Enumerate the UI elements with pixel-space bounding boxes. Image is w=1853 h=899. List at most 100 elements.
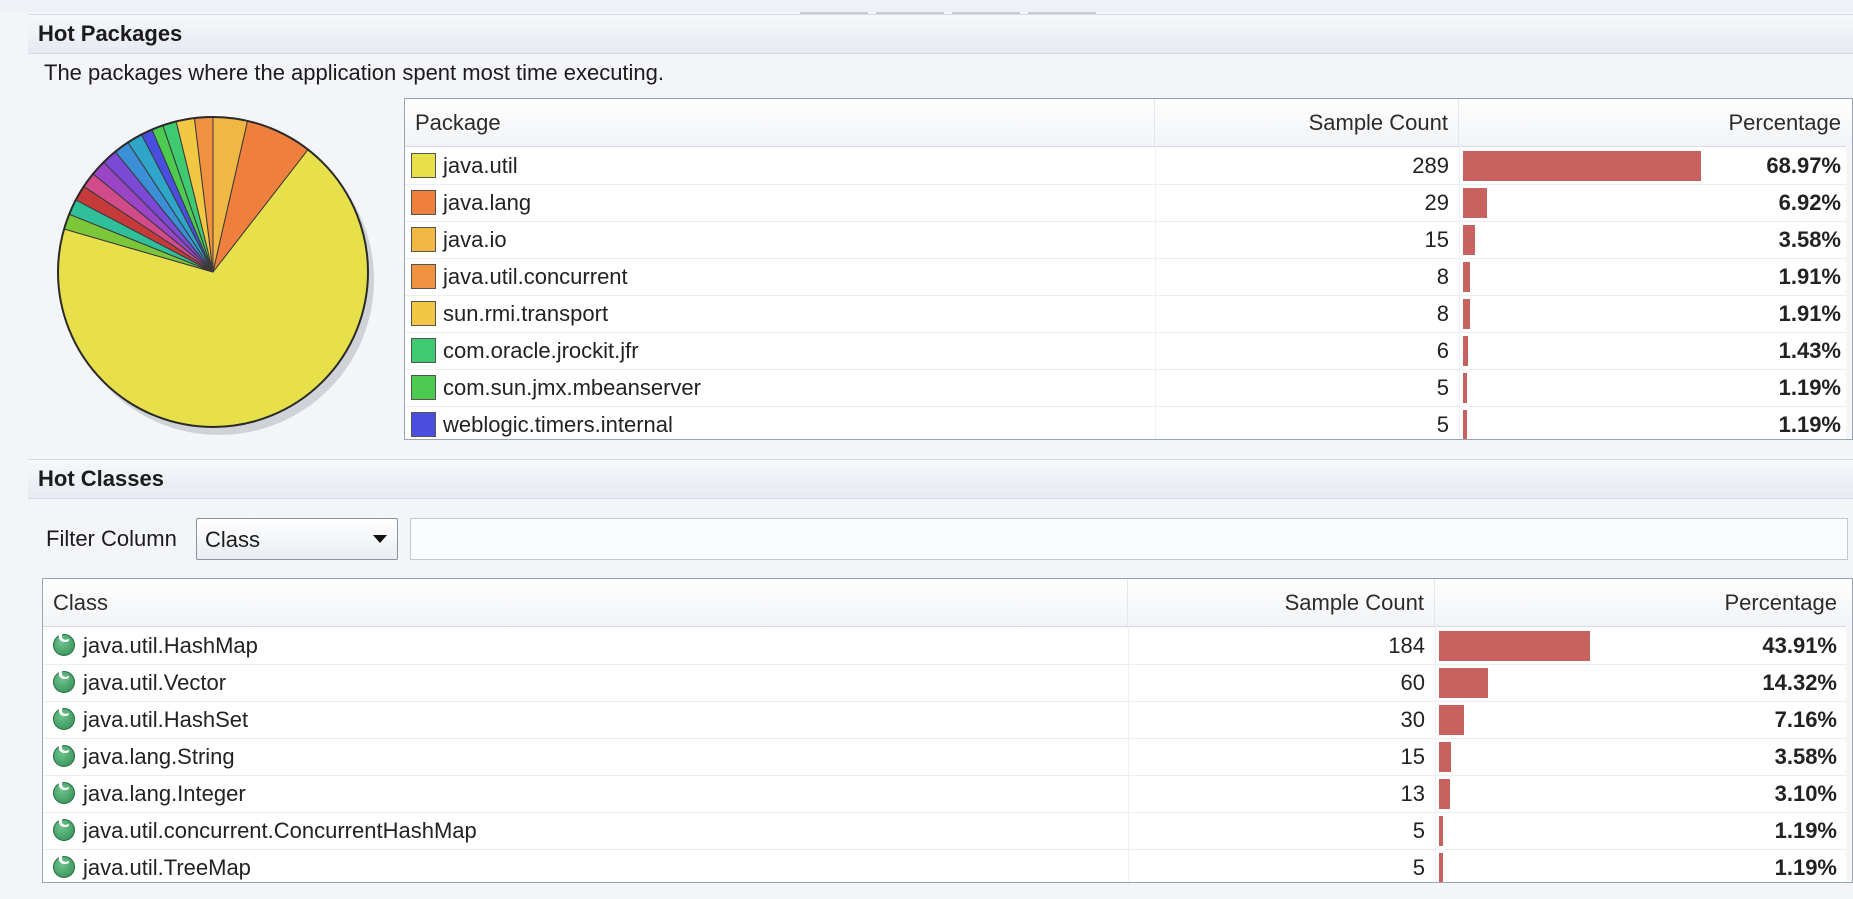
hot-classes-header[interactable]: Hot Classes bbox=[28, 459, 1853, 499]
package-name: java.util.concurrent bbox=[443, 264, 628, 289]
table-row[interactable]: java.util.HashMap 184 43.91% bbox=[43, 627, 1852, 665]
percentage-value: 1.19% bbox=[1774, 855, 1837, 880]
table-row[interactable]: java.util.Vector 60 14.32% bbox=[43, 664, 1852, 702]
percentage-value: 1.91% bbox=[1778, 264, 1841, 289]
column-header-package[interactable]: Package bbox=[405, 99, 1155, 146]
packages-pie-chart[interactable] bbox=[48, 104, 388, 444]
column-header-class[interactable]: Class bbox=[43, 579, 1128, 626]
percentage-bar bbox=[1439, 853, 1443, 882]
package-name: com.oracle.jrockit.jfr bbox=[443, 338, 639, 363]
class-name: java.lang.Integer bbox=[83, 781, 246, 806]
color-swatch bbox=[411, 264, 436, 289]
color-swatch bbox=[411, 301, 436, 326]
color-swatch bbox=[411, 412, 436, 437]
sample-count: 15 bbox=[1424, 227, 1449, 252]
color-swatch bbox=[411, 153, 436, 178]
table-row[interactable]: java.io 15 3.58% bbox=[405, 221, 1852, 259]
sample-count: 15 bbox=[1400, 744, 1425, 769]
hot-packages-header[interactable]: Hot Packages bbox=[28, 14, 1853, 54]
table-row[interactable]: sun.rmi.transport 8 1.91% bbox=[405, 295, 1852, 333]
table-row[interactable]: java.lang.String 15 3.58% bbox=[43, 738, 1852, 776]
class-icon bbox=[53, 664, 75, 693]
sample-count: 8 bbox=[1436, 301, 1449, 326]
column-header-sample-count[interactable]: Sample Count bbox=[1155, 99, 1459, 146]
sample-count: 30 bbox=[1400, 707, 1425, 732]
percentage-value: 3.10% bbox=[1774, 781, 1837, 806]
percentage-bar bbox=[1439, 705, 1464, 735]
hot-classes-title: Hot Classes bbox=[38, 466, 164, 491]
percentage-value: 1.19% bbox=[1774, 818, 1837, 843]
column-header-percentage[interactable]: Percentage bbox=[1459, 99, 1849, 146]
percentage-bar bbox=[1463, 262, 1470, 292]
hot-classes-table[interactable]: Class Sample Count Percentage java.util.… bbox=[42, 578, 1853, 883]
column-separator bbox=[1435, 626, 1436, 882]
table-row[interactable]: java.util.TreeMap 5 1.19% bbox=[43, 849, 1852, 882]
package-name: com.sun.jmx.mbeanserver bbox=[443, 375, 701, 400]
color-swatch bbox=[411, 338, 436, 363]
sample-count: 5 bbox=[1412, 855, 1425, 880]
table-header: Class Sample Count Percentage bbox=[43, 579, 1852, 627]
table-row[interactable]: java.util 289 68.97% bbox=[405, 147, 1852, 185]
percentage-bar bbox=[1463, 151, 1701, 181]
filter-text-input[interactable] bbox=[410, 518, 1848, 560]
table-row[interactable]: weblogic.timers.internal 5 1.19% bbox=[405, 406, 1852, 439]
table-row[interactable]: java.util.concurrent.ConcurrentHashMap 5 1… bbox=[43, 812, 1852, 850]
column-header-percentage[interactable]: Percentage bbox=[1435, 579, 1845, 626]
filter-column-select[interactable]: Class bbox=[196, 518, 398, 560]
class-name: java.util.TreeMap bbox=[83, 855, 251, 880]
color-swatch bbox=[411, 190, 436, 215]
percentage-bar bbox=[1463, 188, 1487, 218]
percentage-bar bbox=[1439, 816, 1443, 846]
table-row[interactable]: java.lang 29 6.92% bbox=[405, 184, 1852, 222]
percentage-value: 6.92% bbox=[1778, 190, 1841, 215]
class-icon bbox=[53, 849, 75, 878]
package-name: java.io bbox=[443, 227, 507, 252]
column-separator bbox=[1128, 626, 1129, 882]
sample-count: 184 bbox=[1388, 633, 1425, 658]
top-strip bbox=[0, 0, 1853, 15]
class-name: java.util.HashSet bbox=[83, 707, 249, 732]
column-header-sample-count[interactable]: Sample Count bbox=[1128, 579, 1435, 626]
percentage-value: 3.58% bbox=[1778, 227, 1841, 252]
pie-svg[interactable] bbox=[48, 104, 388, 444]
class-icon bbox=[53, 627, 75, 656]
class-icon bbox=[53, 775, 75, 804]
sample-count: 8 bbox=[1436, 264, 1449, 289]
percentage-bar bbox=[1463, 410, 1467, 439]
filter-column-label: Filter Column bbox=[46, 526, 177, 551]
hot-packages-title: Hot Packages bbox=[38, 21, 183, 46]
percentage-bar bbox=[1439, 631, 1590, 661]
top-tab-indicators bbox=[800, 0, 1120, 15]
table-row[interactable]: com.sun.jmx.mbeanserver 5 1.19% bbox=[405, 369, 1852, 407]
class-name: java.lang.String bbox=[83, 744, 235, 769]
color-swatch bbox=[411, 227, 436, 252]
percentage-bar bbox=[1463, 373, 1467, 403]
table-row[interactable]: java.util.HashSet 30 7.16% bbox=[43, 701, 1852, 739]
class-icon bbox=[53, 701, 75, 730]
percentage-value: 1.19% bbox=[1778, 375, 1841, 400]
sample-count: 60 bbox=[1400, 670, 1425, 695]
class-name: java.util.HashMap bbox=[83, 633, 258, 658]
sample-count: 5 bbox=[1436, 412, 1449, 437]
percentage-value: 14.32% bbox=[1762, 670, 1837, 695]
table-header: Package Sample Count Percentage bbox=[405, 99, 1852, 147]
percentage-bar bbox=[1463, 336, 1468, 366]
vertical-scrollbar[interactable] bbox=[1846, 146, 1852, 439]
package-name: weblogic.timers.internal bbox=[443, 412, 673, 437]
class-icon bbox=[53, 738, 75, 767]
table-row[interactable]: java.lang.Integer 13 3.10% bbox=[43, 775, 1852, 813]
color-swatch bbox=[411, 375, 436, 400]
percentage-value: 7.16% bbox=[1774, 707, 1837, 732]
sample-count: 29 bbox=[1424, 190, 1449, 215]
hot-packages-table[interactable]: Package Sample Count Percentage java.uti… bbox=[404, 98, 1853, 440]
package-name: java.lang bbox=[443, 190, 532, 215]
vertical-scrollbar[interactable] bbox=[1846, 626, 1852, 882]
sample-count: 6 bbox=[1436, 338, 1449, 363]
percentage-value: 68.97% bbox=[1766, 153, 1841, 178]
percentage-bar bbox=[1439, 668, 1488, 698]
sample-count: 5 bbox=[1412, 818, 1425, 843]
table-row[interactable]: com.oracle.jrockit.jfr 6 1.43% bbox=[405, 332, 1852, 370]
column-separator bbox=[1459, 146, 1460, 439]
sample-count: 289 bbox=[1412, 153, 1449, 178]
table-row[interactable]: java.util.concurrent 8 1.91% bbox=[405, 258, 1852, 296]
